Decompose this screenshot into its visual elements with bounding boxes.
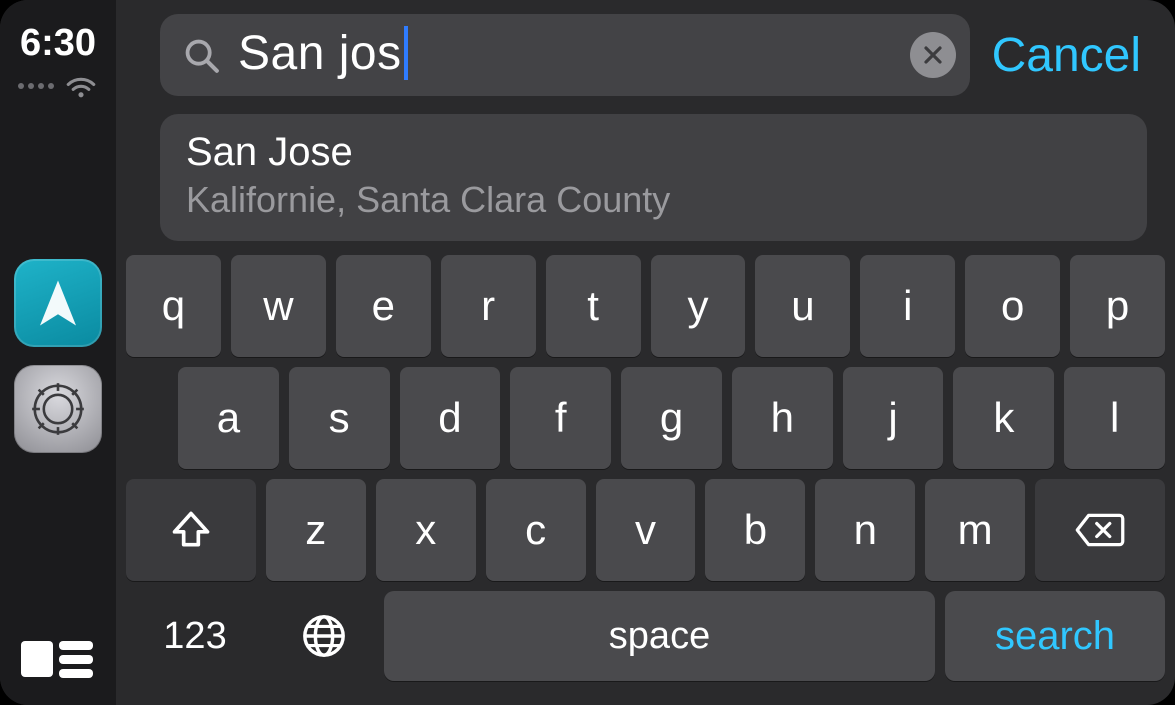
clear-search-button[interactable] xyxy=(910,32,956,78)
key-m[interactable]: m xyxy=(925,479,1025,581)
globe-key[interactable] xyxy=(274,591,374,681)
key-u[interactable]: u xyxy=(755,255,850,357)
keyboard: q w e r t y u i o p a s d f g h j k l xyxy=(116,255,1175,705)
key-v[interactable]: v xyxy=(596,479,696,581)
key-t[interactable]: t xyxy=(546,255,641,357)
keyboard-row-4: 123 space search xyxy=(116,591,1175,687)
wifi-icon xyxy=(64,73,98,99)
space-key[interactable]: space xyxy=(384,591,935,681)
search-suggestion[interactable]: San Jose Kalifornie, Santa Clara County xyxy=(160,114,1147,241)
clock: 6:30 xyxy=(20,22,96,65)
search-icon xyxy=(182,36,220,74)
search-field[interactable]: San jos xyxy=(160,14,970,96)
key-j[interactable]: j xyxy=(843,367,944,469)
backspace-icon xyxy=(1074,510,1126,550)
key-z[interactable]: z xyxy=(266,479,366,581)
shift-key[interactable] xyxy=(126,479,256,581)
numeric-toggle-key[interactable]: 123 xyxy=(126,591,264,681)
key-f[interactable]: f xyxy=(510,367,611,469)
key-y[interactable]: y xyxy=(651,255,746,357)
text-cursor xyxy=(404,26,408,80)
key-s[interactable]: s xyxy=(289,367,390,469)
key-h[interactable]: h xyxy=(732,367,833,469)
shift-icon xyxy=(169,508,213,552)
key-b[interactable]: b xyxy=(705,479,805,581)
home-dashboard-button[interactable] xyxy=(0,635,116,683)
key-n[interactable]: n xyxy=(815,479,915,581)
globe-icon xyxy=(301,613,347,659)
keyboard-row-3: z x c v b n m xyxy=(116,479,1175,581)
search-key[interactable]: search xyxy=(945,591,1165,681)
suggestion-subtitle: Kalifornie, Santa Clara County xyxy=(186,179,1121,221)
search-input-value: San jos xyxy=(238,27,402,80)
backspace-key[interactable] xyxy=(1035,479,1165,581)
cancel-button[interactable]: Cancel xyxy=(992,28,1147,83)
settings-app-icon[interactable] xyxy=(14,365,102,453)
status-sidebar: 6:30 xyxy=(0,0,116,705)
navigation-app-icon[interactable] xyxy=(14,259,102,347)
key-l[interactable]: l xyxy=(1064,367,1165,469)
key-q[interactable]: q xyxy=(126,255,221,357)
key-k[interactable]: k xyxy=(953,367,1054,469)
key-e[interactable]: e xyxy=(336,255,431,357)
cellular-dots-icon xyxy=(18,83,54,89)
key-c[interactable]: c xyxy=(486,479,586,581)
key-a[interactable]: a xyxy=(178,367,279,469)
key-w[interactable]: w xyxy=(231,255,326,357)
key-i[interactable]: i xyxy=(860,255,955,357)
search-bar-row: San jos Cancel xyxy=(116,0,1175,106)
key-p[interactable]: p xyxy=(1070,255,1165,357)
main-panel: San jos Cancel San Jose Kalifornie, Sant… xyxy=(116,0,1175,705)
key-r[interactable]: r xyxy=(441,255,536,357)
search-input[interactable]: San jos xyxy=(238,26,892,83)
keyboard-row-2: a s d f g h j k l xyxy=(116,367,1175,469)
key-d[interactable]: d xyxy=(400,367,501,469)
key-o[interactable]: o xyxy=(965,255,1060,357)
keyboard-row-1: q w e r t y u i o p xyxy=(116,255,1175,357)
suggestion-title: San Jose xyxy=(186,130,1121,175)
carplay-screen: 6:30 xyxy=(0,0,1175,705)
key-g[interactable]: g xyxy=(621,367,722,469)
key-x[interactable]: x xyxy=(376,479,476,581)
status-indicators xyxy=(18,73,98,99)
close-icon xyxy=(921,43,945,67)
